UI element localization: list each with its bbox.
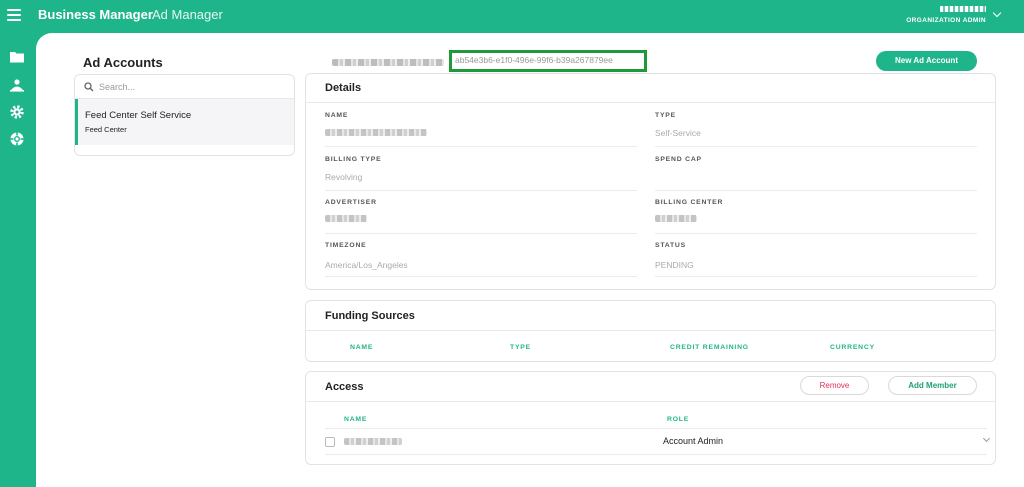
column-header-credit-remaining[interactable]: CREDIT REMAINING xyxy=(670,344,749,351)
divider xyxy=(325,190,637,191)
main-panel: Ad Accounts Feed Center Self Service Fee… xyxy=(36,33,1024,487)
list-item[interactable]: Feed Center Self Service Feed Center xyxy=(75,99,294,145)
advertiser-value-redacted xyxy=(325,215,367,222)
member-name-redacted xyxy=(344,438,402,445)
name-value-redacted xyxy=(325,129,427,136)
divider xyxy=(325,146,637,147)
nav-ad-manager[interactable]: Ad Manager xyxy=(152,7,223,22)
column-header-name[interactable]: NAME xyxy=(344,416,367,423)
divider xyxy=(306,102,995,103)
support-icon[interactable] xyxy=(9,131,25,147)
status-label: STATUS xyxy=(655,242,686,249)
add-member-button[interactable]: Add Member xyxy=(888,376,977,395)
divider xyxy=(325,233,637,234)
type-value: Self-Service xyxy=(655,128,701,138)
access-title: Access xyxy=(325,381,364,393)
chevron-down-icon xyxy=(982,434,991,443)
column-header-role[interactable]: ROLE xyxy=(667,416,689,423)
divider xyxy=(655,146,977,147)
advertiser-label: ADVERTISER xyxy=(325,199,377,206)
row-checkbox[interactable] xyxy=(325,437,335,447)
search-icon xyxy=(84,82,94,92)
type-label: TYPE xyxy=(655,112,676,119)
divider xyxy=(325,276,637,277)
billing-center-label: BILLING CENTER xyxy=(655,199,724,206)
search-input[interactable] xyxy=(99,78,279,96)
column-header-type[interactable]: TYPE xyxy=(510,344,531,351)
divider xyxy=(325,428,987,429)
app-title: Business Manager xyxy=(38,7,153,22)
name-label: NAME xyxy=(325,112,349,119)
search-box xyxy=(75,75,294,99)
billing-type-value: Revolving xyxy=(325,172,363,182)
gear-icon[interactable] xyxy=(9,104,25,120)
details-card: Details NAME TYPE Self-Service BILLING T… xyxy=(305,73,996,290)
billing-center-value-redacted xyxy=(655,215,697,222)
timezone-value: America/Los_Angeles xyxy=(325,260,408,270)
ad-accounts-list: Feed Center Self Service Feed Center xyxy=(74,74,295,156)
divider xyxy=(655,190,977,191)
folder-icon[interactable] xyxy=(9,49,25,65)
account-name: Feed Center Self Service xyxy=(85,110,192,121)
timezone-label: TIMEZONE xyxy=(325,242,367,249)
spend-cap-label: SPEND CAP xyxy=(655,156,702,163)
remove-button[interactable]: Remove xyxy=(800,376,869,395)
access-card: Access Remove Add Member NAME ROLE Accou… xyxy=(305,371,996,465)
column-header-currency[interactable]: CURRENCY xyxy=(830,344,875,351)
funding-sources-card: Funding Sources NAME TYPE CREDIT REMAINI… xyxy=(305,300,996,362)
divider xyxy=(306,401,995,402)
details-title: Details xyxy=(325,82,362,94)
role-value: Account Admin xyxy=(663,436,724,446)
top-bar: Business Manager Ad Manager ORGANIZATION… xyxy=(0,0,1024,34)
account-org: Feed Center xyxy=(85,125,127,134)
divider xyxy=(655,276,977,277)
divider xyxy=(306,330,995,331)
members-icon[interactable] xyxy=(9,77,25,93)
funding-sources-title: Funding Sources xyxy=(325,310,415,322)
account-id: ab54e3b6-e1f0-496e-99f6-b39a267879ee xyxy=(449,50,647,72)
account-name-redacted xyxy=(332,59,444,66)
menu-icon[interactable] xyxy=(7,9,21,21)
column-header-name[interactable]: NAME xyxy=(350,344,373,351)
status-value: PENDING xyxy=(655,260,694,270)
ad-accounts-title: Ad Accounts xyxy=(83,55,163,70)
divider xyxy=(655,233,977,234)
user-name-redacted xyxy=(940,6,986,12)
new-ad-account-button[interactable]: New Ad Account xyxy=(876,51,977,71)
chevron-down-icon[interactable] xyxy=(992,8,1002,18)
divider xyxy=(325,454,987,455)
role-select[interactable]: Account Admin xyxy=(663,432,993,452)
billing-type-label: BILLING TYPE xyxy=(325,156,382,163)
user-role: ORGANIZATION ADMIN xyxy=(906,17,986,24)
